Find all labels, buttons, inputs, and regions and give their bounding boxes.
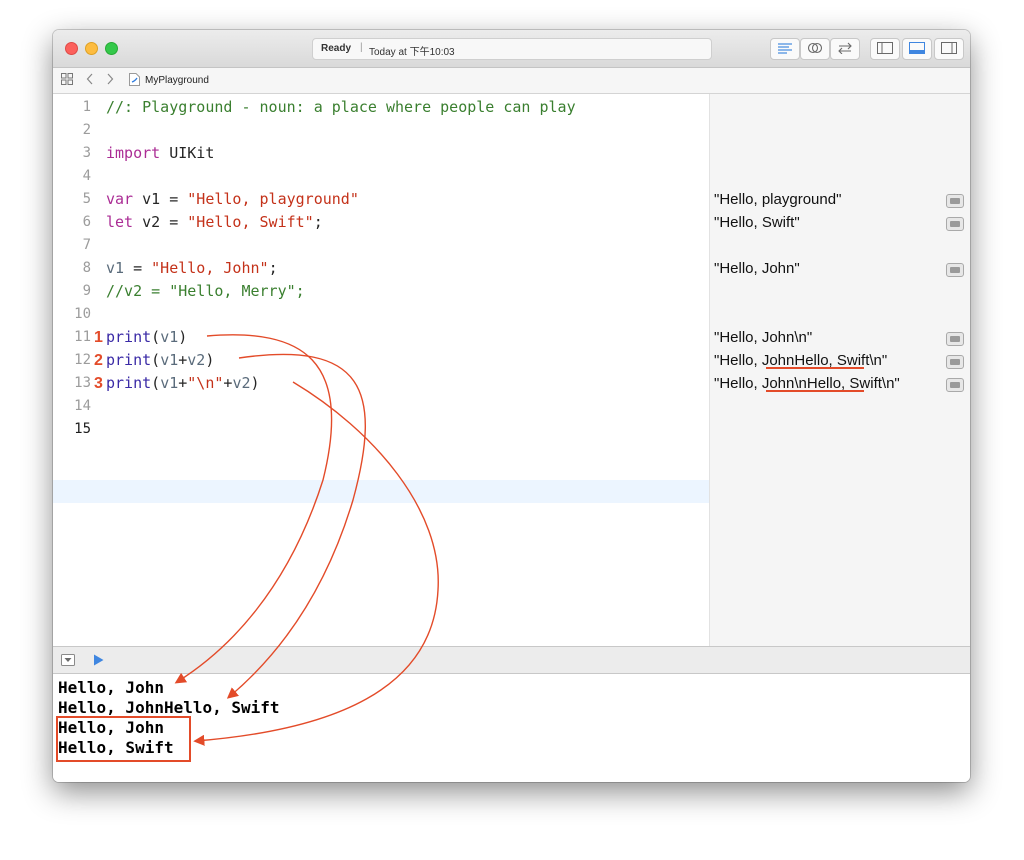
arrow-print-2: [226, 353, 366, 699]
annotation-arrows: [174, 334, 439, 746]
playground-window: Ready | Today at 下午10:03 MyPlayground 1 …: [53, 30, 970, 782]
arrow-print-3: [193, 381, 439, 746]
arrow-print-1: [174, 334, 333, 684]
